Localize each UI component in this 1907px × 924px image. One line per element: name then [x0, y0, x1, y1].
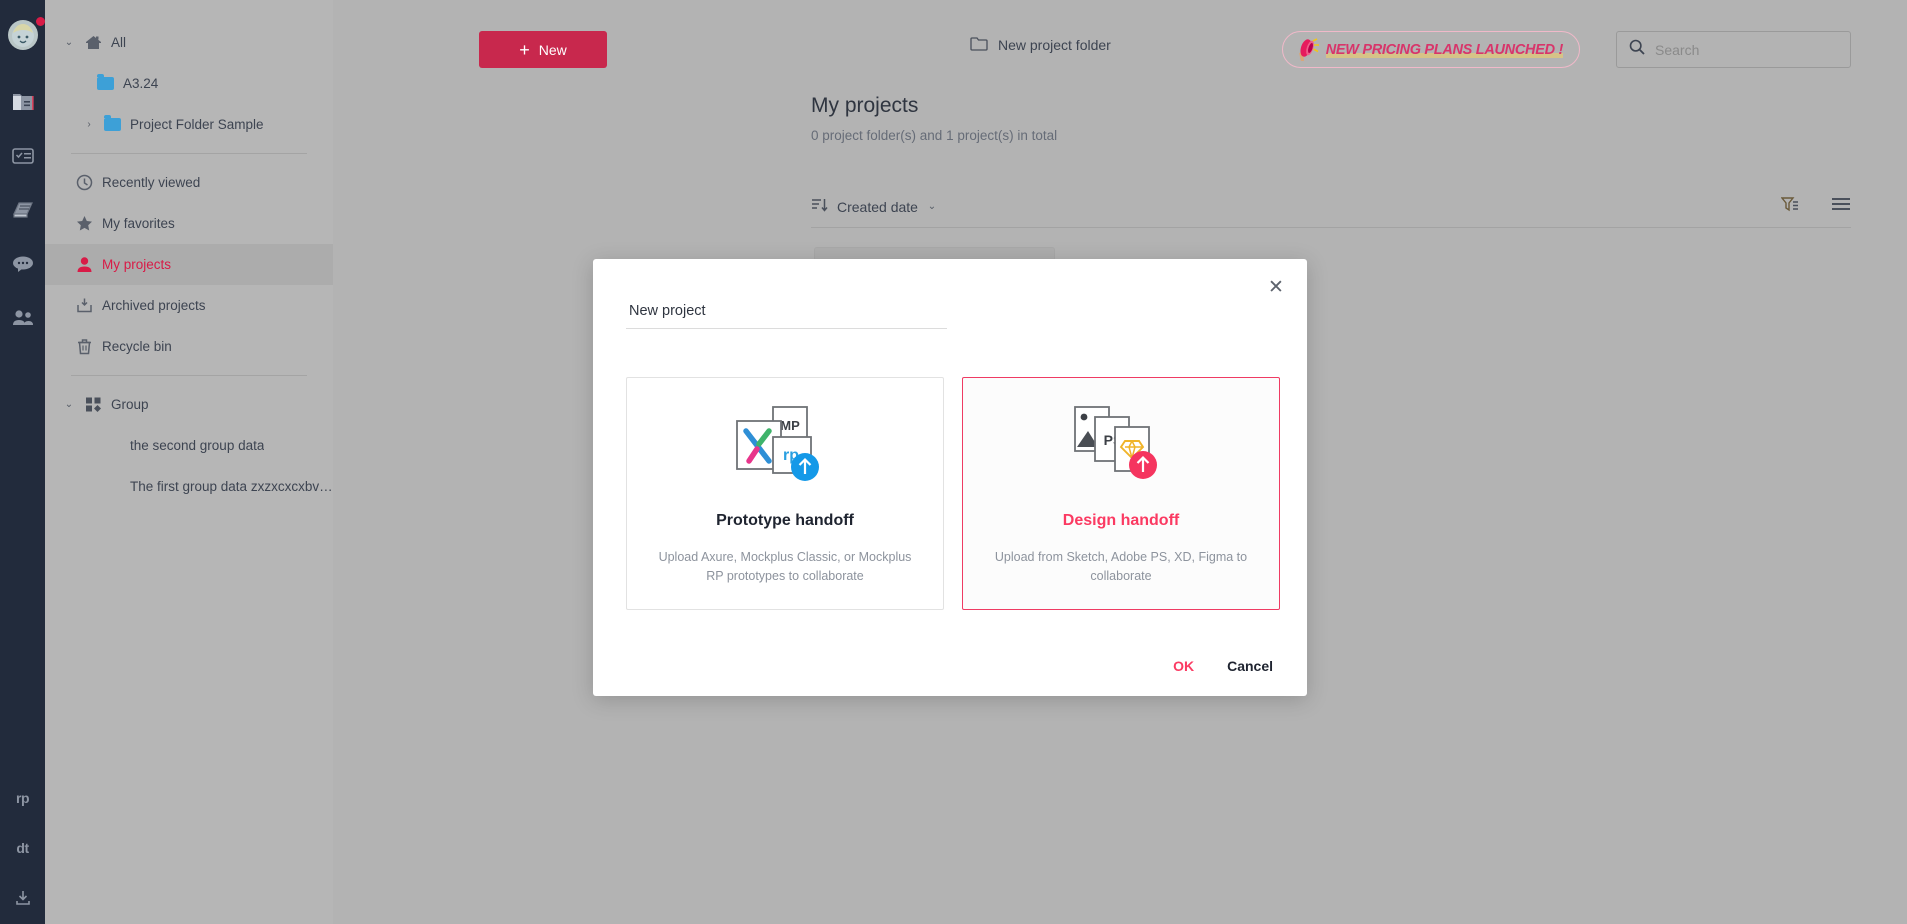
page-title: My projects	[811, 94, 919, 117]
sidebar-item-label: Archived projects	[102, 298, 206, 313]
chevron-down-icon[interactable]: ⌄	[926, 201, 938, 212]
sidebar-divider-1	[71, 153, 307, 154]
modal-actions: OK Cancel	[1173, 658, 1273, 674]
new-button-label: New	[538, 41, 567, 58]
chevron-down-icon[interactable]: ⌄	[63, 37, 75, 48]
sidebar-item-label: A3.24	[123, 76, 159, 91]
option-design-handoff[interactable]: PS Design handoff Upload from Sketch, Ad…	[962, 377, 1280, 610]
sidebar-folder-project-folder-sample[interactable]: › Project Folder Sample	[45, 104, 333, 145]
sidebar-item-label: Project Folder Sample	[130, 117, 264, 132]
chevron-right-icon[interactable]: ›	[83, 119, 95, 130]
rail-bottom-apps: rp dt	[0, 786, 45, 910]
messages-icon[interactable]	[11, 252, 35, 276]
option-prototype-handoff[interactable]: MP rp Prototype handoff Upload Axure, Mo…	[626, 377, 944, 610]
folder-icon	[104, 115, 121, 131]
sidebar-item-recycle-bin[interactable]: Recycle bin	[45, 326, 333, 367]
archive-icon	[75, 297, 93, 315]
home-icon	[84, 34, 102, 52]
list-view-icon[interactable]	[1831, 196, 1851, 217]
new-project-folder-label: New project folder	[998, 37, 1111, 53]
sidebar-item-label: the second group data	[130, 438, 265, 453]
sidebar-item-label: My favorites	[102, 216, 175, 231]
dt-app-label: dt	[16, 840, 29, 856]
sidebar-section-group[interactable]: ⌄ Group	[45, 384, 333, 425]
search-icon	[1629, 39, 1645, 60]
new-button[interactable]: + New	[479, 31, 607, 68]
rp-app-icon[interactable]: rp	[11, 786, 35, 810]
option-description: Upload Axure, Mockplus Classic, or Mockp…	[658, 550, 912, 584]
sidebar: ⌄ All A3.24 › Project Folder Sample Rece…	[45, 0, 333, 924]
avatar-face-icon	[11, 24, 34, 47]
trash-icon	[75, 338, 93, 356]
filter-icon[interactable]	[1780, 196, 1799, 218]
projects-icon[interactable]	[11, 90, 35, 114]
sidebar-item-my-projects[interactable]: My projects	[45, 244, 333, 285]
new-project-folder-button[interactable]: New project folder	[970, 36, 1111, 54]
app-root: rp dt ⌄ All A3.24 › Project Folder Sampl…	[0, 0, 1907, 924]
notification-dot	[35, 17, 45, 26]
group-icon	[84, 396, 102, 414]
search-input[interactable]	[1655, 41, 1838, 58]
cancel-button[interactable]: Cancel	[1227, 658, 1273, 674]
sidebar-item-archived-projects[interactable]: Archived projects	[45, 285, 333, 326]
dt-app-icon[interactable]: dt	[11, 836, 35, 860]
sidebar-item-my-favorites[interactable]: My favorites	[45, 203, 333, 244]
sidebar-item-label: Recently viewed	[102, 175, 201, 190]
folder-icon	[97, 74, 114, 90]
new-project-modal: ✕ Private ⌄ MP rp	[593, 259, 1307, 696]
folder-outline-icon	[970, 36, 988, 54]
ok-button[interactable]: OK	[1173, 658, 1194, 674]
sidebar-item-label: All	[111, 35, 127, 50]
close-icon[interactable]: ✕	[1262, 273, 1290, 301]
avatar-wrapper[interactable]	[7, 17, 45, 50]
rail-icon-list	[11, 90, 35, 330]
sidebar-group-item-second[interactable]: the second group data	[45, 425, 333, 466]
search-box[interactable]	[1616, 31, 1851, 68]
chevron-down-icon[interactable]: ⌄	[63, 399, 75, 410]
megaphone-icon	[1293, 37, 1319, 63]
avatar[interactable]	[7, 20, 38, 50]
plus-icon: +	[519, 39, 530, 60]
top-toolbar: + New New project folder NEW PRICING PLA…	[333, 0, 1907, 76]
sidebar-folder-a324[interactable]: A3.24	[45, 63, 333, 104]
sort-dropdown[interactable]: Created date ⌄	[811, 197, 938, 216]
person-icon	[75, 256, 93, 274]
option-title: Design handoff	[1062, 512, 1180, 529]
sidebar-item-recently-viewed[interactable]: Recently viewed	[45, 162, 333, 203]
sidebar-item-all[interactable]: ⌄ All	[45, 22, 333, 63]
left-icon-rail: rp dt	[0, 0, 45, 924]
team-icon[interactable]	[11, 306, 35, 330]
sidebar-divider-2	[71, 375, 307, 376]
sidebar-group-item-first[interactable]: The first group data zxzxcxcxbv…	[45, 466, 333, 507]
sort-label: Created date	[837, 198, 918, 215]
sidebar-item-label: Recycle bin	[102, 339, 172, 354]
rp-app-label: rp	[16, 790, 30, 806]
design-handoff-art: PS	[1065, 406, 1177, 490]
sidebar-item-label: My projects	[102, 257, 172, 272]
clock-icon	[75, 174, 93, 192]
sort-icon	[811, 197, 829, 216]
option-title: Prototype handoff	[716, 512, 854, 529]
handoff-options: MP rp Prototype handoff Upload Axure, Mo…	[626, 377, 1280, 610]
pricing-banner[interactable]: NEW PRICING PLANS LAUNCHED !	[1281, 31, 1580, 68]
sidebar-item-label: Group	[111, 397, 149, 412]
page-subtitle: 0 project folder(s) and 1 project(s) in …	[811, 128, 1058, 143]
view-controls	[1780, 196, 1851, 218]
pricing-banner-label: NEW PRICING PLANS LAUNCHED !	[1325, 41, 1563, 58]
download-icon[interactable]	[11, 886, 35, 910]
tasks-icon[interactable]	[11, 144, 35, 168]
prototype-handoff-art: MP rp	[729, 406, 841, 490]
star-icon	[75, 215, 93, 233]
svg-text:MP: MP	[780, 418, 800, 433]
sort-filter-bar: Created date ⌄	[811, 186, 1851, 228]
project-name-input[interactable]	[626, 303, 947, 329]
docs-icon[interactable]	[11, 198, 35, 222]
option-description: Upload from Sketch, Adobe PS, XD, Figma …	[994, 550, 1248, 584]
sidebar-item-label: The first group data zxzxcxcxbv…	[130, 479, 333, 494]
